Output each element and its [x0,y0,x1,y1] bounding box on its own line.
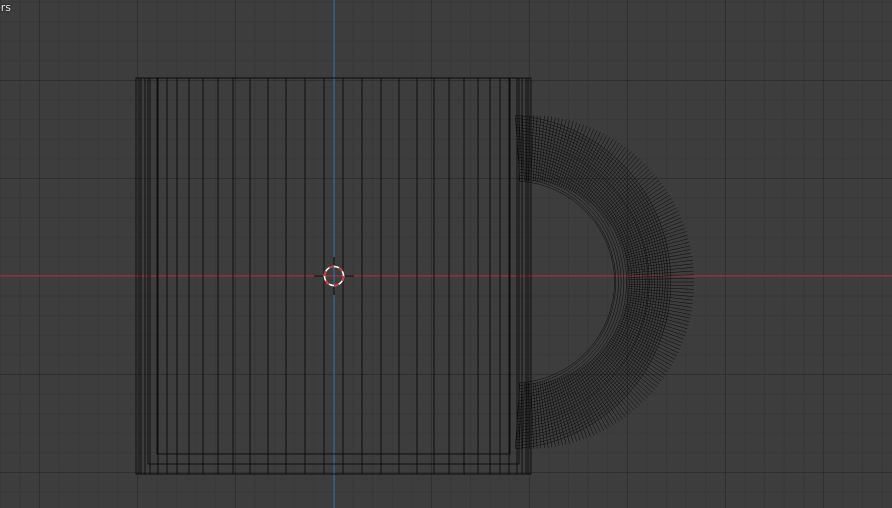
3d-viewport[interactable]: ers [0,0,892,508]
mug-handle-wireframe[interactable] [515,114,695,450]
scene-canvas[interactable] [0,0,892,508]
viewport-overlay-label: ers [0,1,12,14]
